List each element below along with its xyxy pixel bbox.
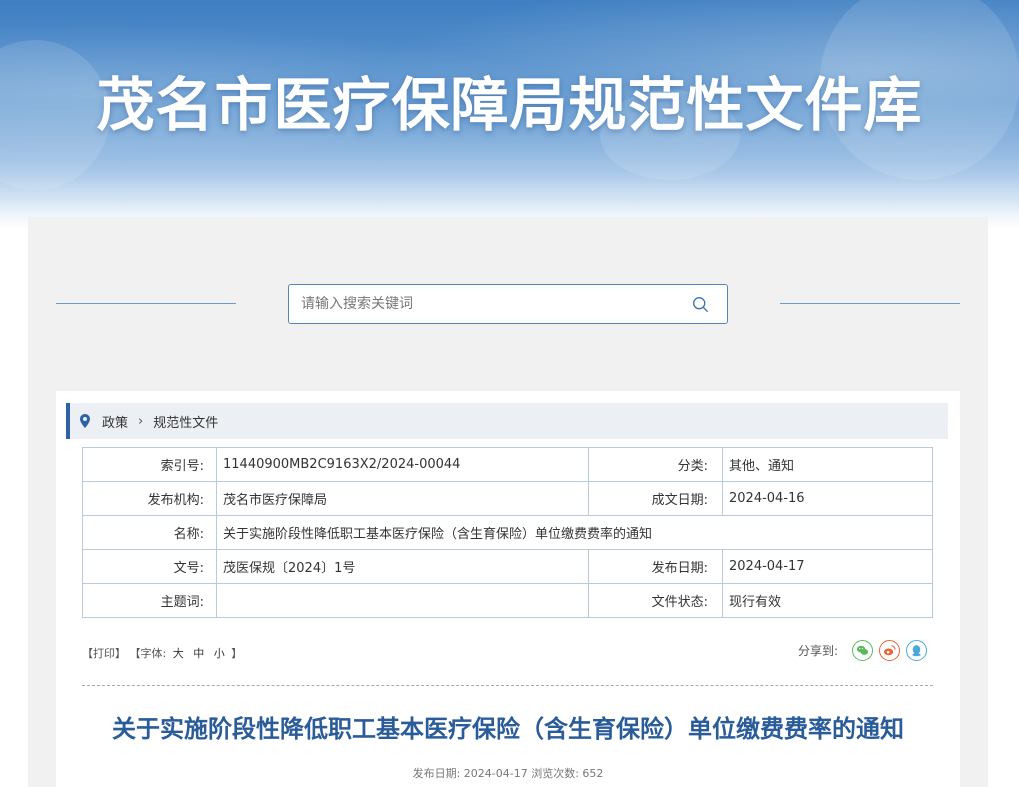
site-banner: 茂名市医疗保障局规范性文件库 bbox=[0, 0, 1019, 230]
search-divider-left bbox=[56, 303, 236, 304]
breadcrumb: 政策 › 规范性文件 bbox=[66, 403, 948, 439]
subject-value bbox=[216, 583, 589, 618]
index-value: 11440900MB2C9163X2/2024-00044 bbox=[216, 447, 589, 482]
index-label: 索引号: bbox=[82, 447, 217, 482]
status-label: 文件状态: bbox=[588, 583, 723, 618]
document-metadata-table: 索引号: 11440900MB2C9163X2/2024-00044 分类: 其… bbox=[82, 447, 933, 618]
publisher-label: 发布机构: bbox=[82, 481, 217, 516]
chevron-right-icon: › bbox=[138, 413, 144, 429]
share-qq-button[interactable] bbox=[906, 640, 927, 661]
content-card: 政策 › 规范性文件 索引号: 11440900MB2C9163X2/2024-… bbox=[56, 391, 960, 787]
table-row: 文号: 茂医保规〔2024〕1号 发布日期: 2024-04-17 bbox=[82, 549, 933, 584]
doc-number-value: 茂医保规〔2024〕1号 bbox=[216, 549, 589, 584]
font-size-large-button[interactable]: 大 bbox=[173, 647, 184, 660]
divider bbox=[82, 685, 933, 686]
created-date-value: 2024-04-16 bbox=[722, 481, 933, 516]
print-button[interactable]: 【打印】 bbox=[82, 647, 126, 660]
font-size-small-button[interactable]: 小 bbox=[214, 647, 225, 660]
share-label: 分享到: bbox=[797, 644, 838, 658]
qq-icon bbox=[912, 645, 921, 657]
share-weibo-button[interactable] bbox=[879, 640, 900, 661]
breadcrumb-item-policy[interactable]: 政策 bbox=[102, 412, 128, 431]
search-icon[interactable] bbox=[692, 296, 709, 313]
table-row: 主题词: 文件状态: 现行有效 bbox=[82, 583, 933, 618]
site-title: 茂名市医疗保障局规范性文件库 bbox=[96, 71, 923, 139]
name-value: 关于实施阶段性降低职工基本医疗保险（含生育保险）单位缴费费率的通知 bbox=[216, 515, 933, 550]
main-container: 政策 › 规范性文件 索引号: 11440900MB2C9163X2/2024-… bbox=[28, 217, 988, 787]
published-date-label: 发布日期: bbox=[588, 549, 723, 584]
table-row: 发布机构: 茂名市医疗保障局 成文日期: 2024-04-16 bbox=[82, 481, 933, 516]
publisher-value: 茂名市医疗保障局 bbox=[216, 481, 589, 516]
category-value: 其他、通知 bbox=[722, 447, 933, 482]
published-date-value: 2024-04-17 bbox=[722, 549, 933, 584]
subject-label: 主题词: bbox=[82, 583, 217, 618]
font-size-suffix: 】 bbox=[231, 647, 243, 660]
article-title: 关于实施阶段性降低职工基本医疗保险（含生育保险）单位缴费费率的通知 bbox=[112, 715, 904, 743]
search-input[interactable] bbox=[301, 293, 681, 315]
font-size-prefix: 【字体: bbox=[129, 647, 167, 660]
name-label: 名称: bbox=[82, 515, 217, 550]
category-label: 分类: bbox=[588, 447, 723, 482]
weibo-icon bbox=[883, 645, 896, 656]
table-row: 名称: 关于实施阶段性降低职工基本医疗保险（含生育保险）单位缴费费率的通知 bbox=[82, 515, 933, 550]
search-box bbox=[288, 284, 728, 324]
breadcrumb-item-normative-docs[interactable]: 规范性文件 bbox=[153, 412, 218, 431]
page-tools: 【打印】 【字体: 大 中 小 】 bbox=[82, 645, 242, 661]
table-row: 索引号: 11440900MB2C9163X2/2024-00044 分类: 其… bbox=[82, 447, 933, 482]
share-wechat-button[interactable] bbox=[852, 640, 873, 661]
status-value: 现行有效 bbox=[722, 583, 933, 618]
font-size-medium-button[interactable]: 中 bbox=[193, 647, 204, 660]
share-bar: 分享到: bbox=[798, 640, 927, 661]
search-divider-right bbox=[780, 303, 960, 304]
doc-number-label: 文号: bbox=[82, 549, 217, 584]
location-pin-icon bbox=[80, 414, 90, 428]
article-meta: 发布日期: 2024-04-17 浏览次数: 652 bbox=[412, 767, 604, 780]
wechat-icon bbox=[856, 645, 869, 655]
created-date-label: 成文日期: bbox=[588, 481, 723, 516]
